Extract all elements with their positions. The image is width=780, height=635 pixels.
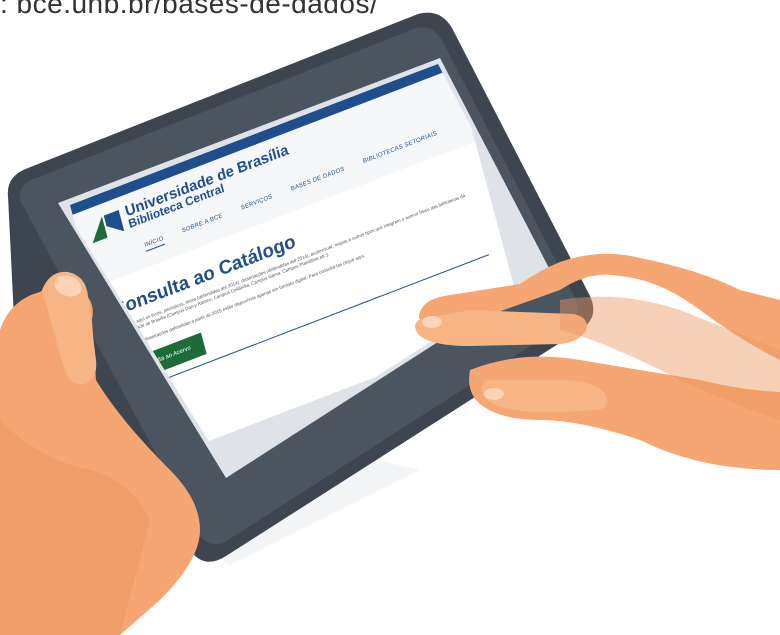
right-fingernail-2 [484, 388, 504, 400]
right-fingernail [422, 316, 442, 328]
hands-illustration [0, 253, 780, 635]
